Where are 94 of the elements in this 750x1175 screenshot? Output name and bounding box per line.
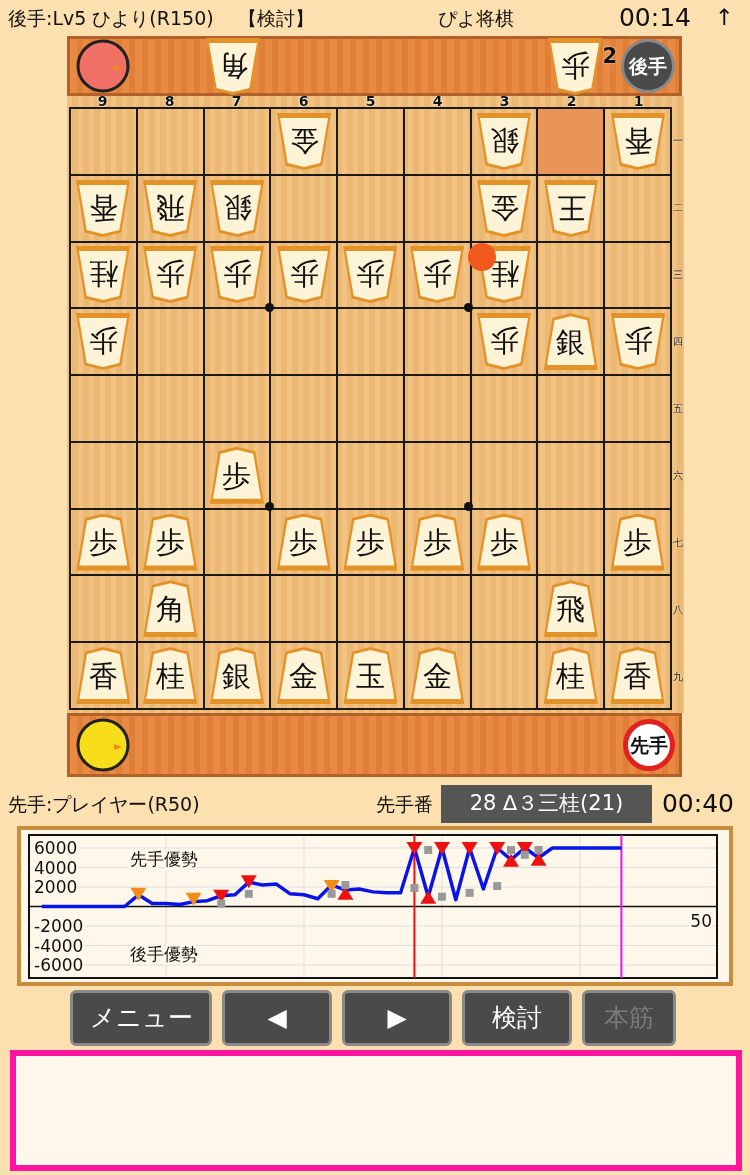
shogi-piece[interactable]: 金 (477, 179, 532, 237)
rank-label: 八 (673, 604, 683, 615)
shogi-piece[interactable]: 歩 (343, 246, 398, 304)
shogi-piece[interactable]: 歩 (343, 513, 398, 571)
shogi-piece[interactable]: 香 (610, 112, 665, 170)
chart-marker (465, 888, 474, 897)
shogi-piece[interactable]: 歩 (76, 313, 131, 371)
piece-count: 2 (602, 43, 617, 70)
toolbar-button[interactable]: ◀ (222, 990, 332, 1046)
turn-label: 先手番 (375, 791, 433, 817)
chart-marker (493, 882, 502, 891)
toolbar-button[interactable]: メニュー (70, 990, 212, 1046)
file-label: 5 (364, 96, 377, 107)
shogi-piece[interactable]: 歩 (477, 513, 532, 571)
clock: 00:40 (661, 788, 734, 821)
shogi-piece[interactable]: 金 (410, 647, 465, 705)
shogi-piece[interactable]: 銀 (209, 179, 264, 237)
file-label: 6 (297, 96, 310, 107)
file-label: 9 (96, 96, 109, 107)
move-display: 28 ∆３三桂(21) (440, 785, 652, 823)
board-dot (264, 502, 274, 512)
shogi-piece[interactable]: 歩 (548, 37, 603, 95)
shogi-piece[interactable]: 歩 (76, 513, 131, 571)
shogi-piece[interactable]: 歩 (276, 513, 331, 571)
board-dot (264, 302, 274, 312)
shogi-piece[interactable]: 歩 (143, 513, 198, 571)
shogi-piece[interactable]: 歩 (276, 246, 331, 304)
player-label: 後手:Lv5 ひより(R150) (8, 5, 214, 31)
chart-note: 50 (690, 910, 712, 931)
chart-note: 後手優勢 (130, 944, 198, 965)
toolbar-button[interactable]: 検討 (462, 990, 572, 1046)
chart-marker (130, 887, 147, 901)
rank-label: 一 (673, 135, 683, 146)
axis-label: 2000 (34, 877, 78, 897)
chart-note: 先手優勢 (130, 848, 198, 869)
rank-label: 五 (673, 403, 683, 414)
app-title: ぴよ将棋 (437, 5, 515, 31)
shogi-piece[interactable]: 歩 (209, 246, 264, 304)
file-label: 8 (163, 96, 176, 107)
shogi-piece[interactable]: 香 (610, 647, 665, 705)
shogi-piece[interactable]: 銀 (477, 112, 532, 170)
player-label: 先手:プレイヤー(R50) (8, 791, 200, 817)
shogi-piece[interactable]: 桂 (543, 647, 598, 705)
rank-label: 二 (673, 202, 683, 213)
arrow-button[interactable]: ↑ (715, 1, 734, 35)
axis-label: 6000 (34, 838, 78, 858)
rank-label: 七 (673, 537, 683, 548)
turn-badge: 先手 (623, 719, 675, 771)
shogi-piece[interactable]: 歩 (610, 513, 665, 571)
shogi-piece[interactable]: 角 (143, 580, 198, 638)
chick-avatar (76, 39, 130, 93)
shogi-piece[interactable]: 歩 (410, 246, 465, 304)
shogi-piece[interactable]: 飛 (543, 580, 598, 638)
shogi-piece[interactable]: 王 (543, 179, 598, 237)
shogi-piece[interactable]: 角 (206, 37, 260, 95)
board-square[interactable] (538, 109, 606, 176)
shogi-piece[interactable]: 金 (276, 647, 331, 705)
shogi-piece[interactable]: 歩 (209, 446, 264, 504)
board-dot (464, 302, 474, 312)
file-label: 2 (565, 96, 578, 107)
shogi-piece[interactable]: 桂 (143, 647, 198, 705)
shogi-piece[interactable]: 金 (276, 112, 331, 170)
rank-label: 九 (673, 671, 683, 682)
comment-box[interactable] (10, 1050, 742, 1171)
file-label: 4 (431, 96, 444, 107)
axis-label: -4000 (34, 935, 84, 956)
shogi-piece[interactable]: 飛 (143, 179, 198, 237)
board-dot (464, 502, 474, 512)
mode-label: 【検討】 (237, 5, 314, 31)
shogi-piece[interactable]: 歩 (143, 246, 198, 304)
chart-marker (461, 842, 478, 855)
file-label: 7 (230, 96, 243, 107)
rank-label: 三 (673, 269, 683, 280)
shogi-piece[interactable]: 桂 (76, 246, 131, 304)
toolbar-button[interactable]: ▶ (342, 990, 452, 1046)
shogi-piece[interactable]: 香 (76, 179, 131, 237)
turn-badge: 後手 (621, 39, 675, 93)
rank-label: 四 (673, 336, 683, 347)
shogi-piece[interactable]: 歩 (477, 313, 532, 371)
axis-label: -2000 (34, 916, 84, 936)
rank-label: 六 (673, 470, 683, 481)
shogi-piece[interactable]: 香 (76, 647, 131, 705)
shogi-piece[interactable]: 歩 (410, 513, 465, 571)
shogi-piece[interactable]: 歩 (610, 313, 665, 371)
file-label: 1 (632, 96, 645, 107)
shogi-piece[interactable]: 銀 (209, 647, 264, 705)
chick-avatar (76, 718, 130, 772)
chart-marker (185, 892, 202, 906)
clock: 00:14 (618, 2, 691, 35)
file-label: 3 (498, 96, 511, 107)
axis-label: 4000 (34, 857, 78, 878)
shogi-piece[interactable]: 玉 (343, 647, 398, 705)
axis-label: -6000 (34, 955, 84, 975)
shogi-piece[interactable]: 銀 (543, 313, 598, 371)
